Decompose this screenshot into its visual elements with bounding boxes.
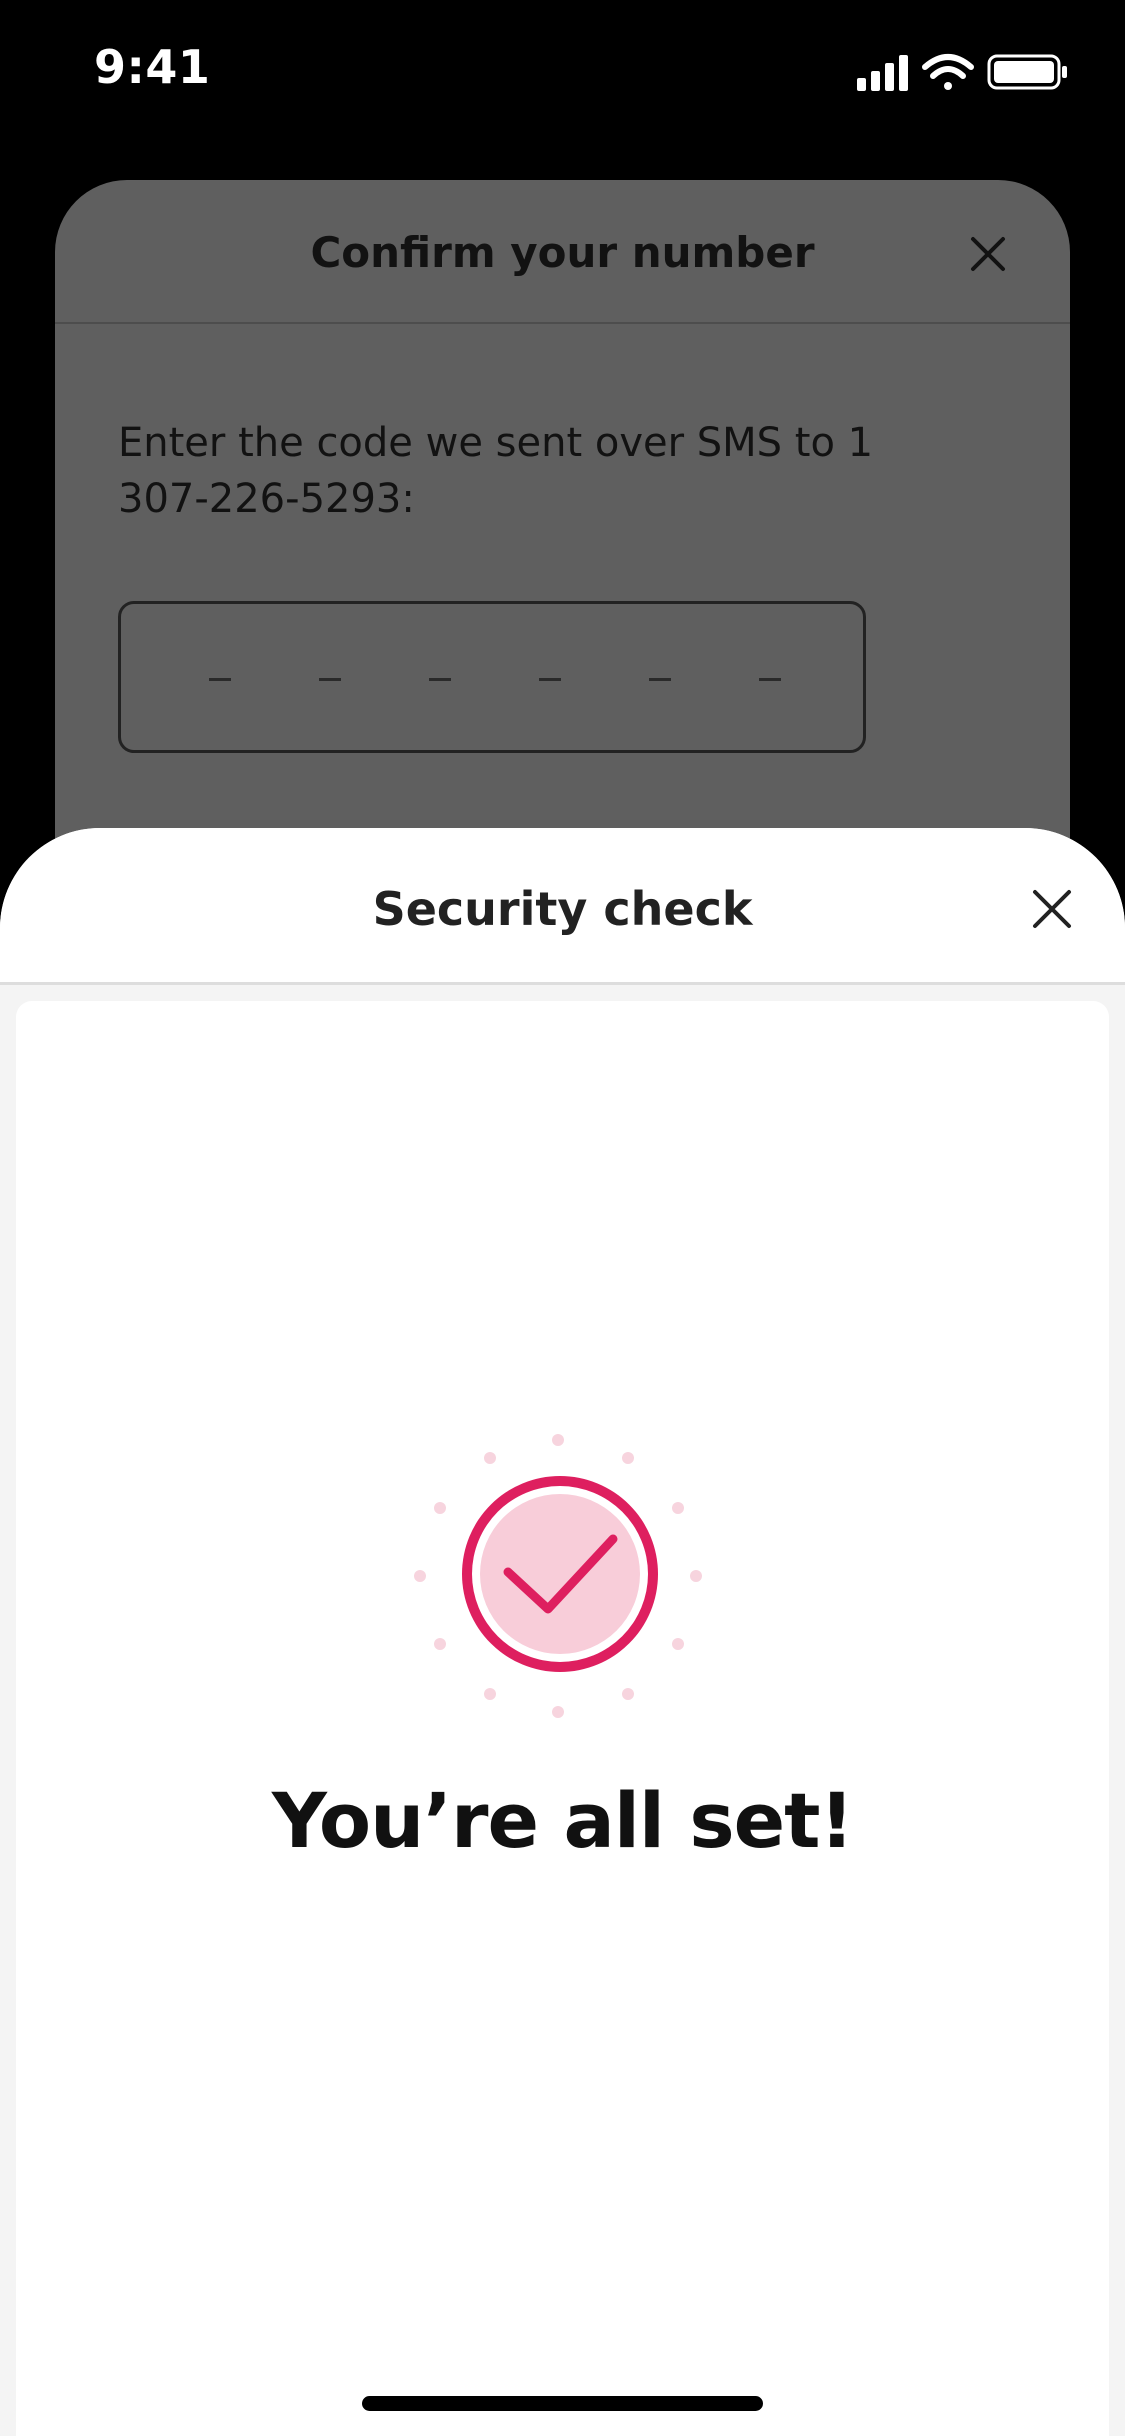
close-icon — [968, 234, 1008, 274]
code-digit-placeholder — [209, 678, 231, 681]
security-check-header: Security check — [0, 828, 1125, 985]
checkmark-circle-icon — [462, 1476, 658, 1672]
home-indicator[interactable] — [362, 2396, 763, 2411]
signal-icon — [857, 55, 908, 91]
close-icon — [1033, 890, 1071, 928]
verification-code-input — [118, 601, 866, 753]
close-button[interactable] — [1029, 886, 1075, 932]
code-digit-placeholder — [539, 678, 561, 681]
phone-screen: 9:41 Confirm your number Enter the code … — [0, 0, 1125, 2436]
wifi-icon — [922, 54, 974, 90]
sms-code-message: Enter the code we sent over SMS to 1 307… — [118, 420, 874, 522]
success-heading: You’re all set! — [271, 1776, 854, 1865]
security-check-title: Security check — [372, 882, 753, 936]
code-digit-placeholder — [319, 678, 341, 681]
confirm-number-title: Confirm your number — [310, 228, 815, 277]
code-digit-placeholder — [649, 678, 671, 681]
status-icons — [857, 50, 1077, 94]
confirm-number-header: Confirm your number — [55, 180, 1070, 324]
status-time: 9:41 — [94, 40, 211, 94]
code-digit-placeholder — [429, 678, 451, 681]
success-illustration — [358, 1404, 764, 1734]
battery-icon — [987, 54, 1067, 90]
status-bar: 9:41 — [0, 0, 1125, 140]
code-digit-placeholder — [759, 678, 781, 681]
